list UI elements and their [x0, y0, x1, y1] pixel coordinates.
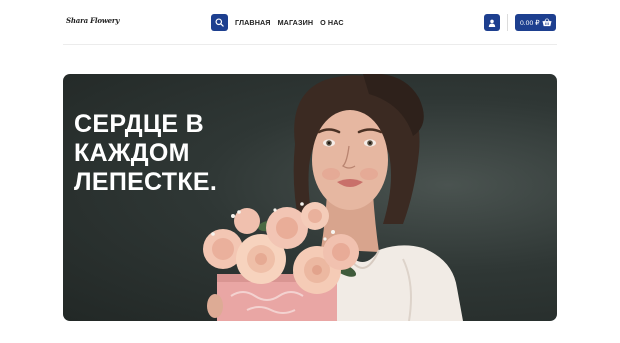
user-icon	[488, 19, 496, 27]
account-button[interactable]	[484, 14, 500, 31]
nav-link-home[interactable]: ГЛАВНАЯ	[235, 18, 271, 27]
nav-link-about[interactable]: О НАС	[320, 18, 343, 27]
main-nav: ГЛАВНАЯ МАГАЗИН О НАС	[235, 18, 344, 27]
search-button[interactable]	[211, 14, 228, 31]
hero-title-line: КАЖДОМ	[74, 139, 190, 167]
hero-title-line: ЛЕПЕСТКЕ.	[74, 168, 218, 196]
site-header: Shara Flowery ГЛАВНАЯ МАГАЗИН О НАС 0.00…	[0, 0, 620, 45]
hero-banner: СЕРДЦЕ В КАЖДОМ ЛЕПЕСТКЕ.	[63, 74, 557, 321]
hero-title: СЕРДЦЕ В КАЖДОМ ЛЕПЕСТКЕ.	[74, 110, 274, 197]
cart-button[interactable]: 0.00 ₽	[515, 14, 556, 31]
search-icon	[215, 18, 224, 27]
header-divider	[507, 14, 508, 31]
header-rule	[63, 44, 557, 45]
basket-icon	[542, 18, 552, 27]
site-logo[interactable]: Shara Flowery	[66, 16, 119, 25]
nav-link-shop[interactable]: МАГАЗИН	[278, 18, 314, 27]
cart-total: 0.00 ₽	[520, 19, 540, 27]
hero-title-line: СЕРДЦЕ В	[74, 110, 204, 138]
